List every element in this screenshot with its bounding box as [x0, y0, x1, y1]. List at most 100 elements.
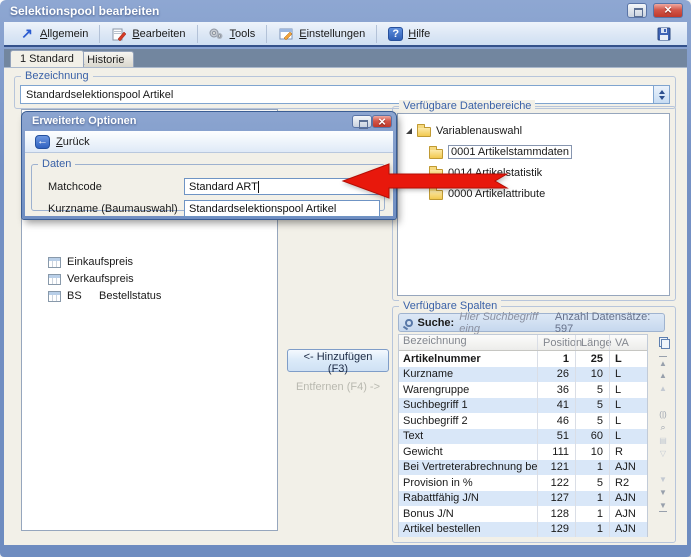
daten-group-label: Daten [38, 158, 75, 170]
tree-item-artikelstammdaten[interactable]: 0001 Artikelstammdaten [429, 145, 572, 159]
table-row[interactable]: Bonus J/N1281AJN [399, 506, 647, 522]
bearbeiten-button[interactable]: Bearbeiten [104, 24, 192, 44]
kurzname-input[interactable] [185, 201, 379, 216]
entfernen-button-disabled: Entfernen (F4) -> [287, 381, 389, 393]
table-row[interactable]: Kurzname2610L [399, 367, 647, 383]
datenbereiche-group-label: Verfügbare Datenbereiche [399, 100, 535, 112]
list-view-icon[interactable]: ▤ [659, 434, 667, 447]
toolbar-separator [99, 25, 100, 43]
header-bezeichnung[interactable]: Bezeichnung [399, 335, 537, 350]
titlebar[interactable]: Selektionspool bearbeiten [0, 0, 691, 22]
cell-va: AJN [609, 506, 645, 522]
dialog-close-icon[interactable] [372, 115, 392, 128]
cell-laenge: 5 [575, 398, 609, 414]
cell-name: Artikel bestellen [399, 523, 537, 535]
table-row[interactable]: Warengruppe365L [399, 382, 647, 398]
cell-va: L [609, 398, 645, 414]
tools-button[interactable]: Tools [202, 24, 263, 44]
tab-standard[interactable]: 1 Standard [10, 50, 84, 67]
table-row[interactable]: Artikel bestellen1291AJN [399, 522, 647, 538]
copy-icon[interactable] [659, 337, 668, 350]
table-row[interactable]: Rabattfähig J/N1271AJN [399, 491, 647, 507]
table-row[interactable]: Suchbegriff 2465L [399, 413, 647, 429]
folder-icon [429, 149, 443, 159]
toolbar-separator [197, 25, 198, 43]
record-count: Anzahl Datensätze: 597 [555, 311, 658, 335]
table-row[interactable]: Suchbegriff 1415L [399, 398, 647, 414]
cell-position: 51 [537, 429, 575, 445]
table-row[interactable]: Provision in %1225R2 [399, 475, 647, 491]
page-up-icon[interactable]: ▲ [659, 369, 667, 382]
spinner-icon[interactable] [653, 86, 669, 103]
bezeichnung-combobox[interactable]: Standardselektionspool Artikel [20, 85, 670, 104]
datenbereiche-tree[interactable]: Variablenauswahl 0001 Artikelstammdaten … [397, 113, 670, 296]
bezeichnung-group: Bezeichnung Standardselektionspool Artik… [14, 76, 676, 109]
folder-icon [417, 127, 431, 137]
window-selektionspool: Selektionspool bearbeiten ↗ Allgemein Be… [0, 0, 691, 557]
expander-icon[interactable] [406, 128, 412, 134]
kurzname-label: Kurzname (Baumauswahl) [48, 203, 184, 215]
table-column-icon [48, 257, 61, 268]
list-item[interactable]: Einkaufspreis [48, 256, 133, 268]
dialog-restore-icon[interactable] [352, 115, 372, 128]
grid-search-icon[interactable]: ⌕ [660, 421, 665, 434]
list-item-label: Bestellstatus [99, 290, 161, 302]
goto-top-icon[interactable]: ▲ [659, 356, 667, 369]
zurueck-button[interactable]: Zurück [56, 136, 90, 148]
close-icon[interactable] [653, 3, 683, 18]
search-placeholder: Hier Suchbegriff eing [459, 311, 550, 335]
table-row[interactable]: Artikelnummer125L [399, 351, 647, 367]
settings-window-icon [278, 26, 294, 42]
cell-laenge: 1 [575, 506, 609, 522]
bearbeiten-label: Bearbeiten [132, 28, 185, 40]
matchcode-label: Matchcode [48, 181, 184, 193]
grid-nav-strip[interactable]: ▲ ▲ ▲ (|) ⌕ ▤ ▽ ▼ ▼ ▼ [654, 334, 672, 538]
search-bar[interactable]: Suche: Hier Suchbegriff eing Anzahl Date… [398, 313, 665, 332]
list-item-label: Einkaufspreis [67, 256, 133, 268]
restore-icon[interactable] [627, 3, 647, 18]
bezeichnung-group-label: Bezeichnung [21, 70, 93, 82]
cell-name: Bei Vertreterabrechnung berücksichtigen [399, 461, 537, 473]
hinzufuegen-button[interactable]: <- Hinzufügen (F3) [287, 349, 389, 372]
cell-position: 26 [537, 367, 575, 383]
columns-table[interactable]: Bezeichnung Position Länge VA Artikelnum… [398, 334, 648, 537]
red-annotation-arrow [341, 162, 509, 200]
back-arrow-icon[interactable] [35, 135, 50, 149]
cell-position: 127 [537, 491, 575, 507]
save-button[interactable] [649, 24, 679, 44]
header-position[interactable]: Position [537, 335, 575, 350]
header-laenge[interactable]: Länge [575, 335, 609, 350]
cell-laenge: 5 [575, 382, 609, 398]
hilfe-button[interactable]: ? Hilfe [381, 25, 437, 43]
list-item[interactable]: Verkaufspreis [48, 273, 134, 285]
table-row[interactable]: Gewicht11110R [399, 444, 647, 460]
spalten-group: Verfügbare Spalten Suche: Hier Suchbegri… [392, 306, 676, 543]
tree-item-variablenauswahl[interactable]: Variablenauswahl [406, 124, 522, 137]
cell-position: 41 [537, 398, 575, 414]
column-width-icon[interactable]: (|) [659, 408, 666, 421]
table-row[interactable]: Text5160L [399, 429, 647, 445]
header-va[interactable]: VA [609, 335, 645, 350]
text-caret [258, 181, 259, 193]
row-up-icon[interactable]: ▲ [659, 382, 667, 395]
dialog-title: Erweiterte Optionen [32, 115, 137, 127]
cell-name: Text [399, 430, 537, 442]
goto-bottom-icon[interactable]: ▼ [659, 499, 667, 512]
row-down-icon[interactable]: ▼ [659, 473, 667, 486]
cell-name: Suchbegriff 2 [399, 415, 537, 427]
cell-laenge: 1 [575, 460, 609, 476]
cell-va: L [609, 429, 645, 445]
page-down-icon[interactable]: ▼ [659, 486, 667, 499]
einstellungen-button[interactable]: Einstellungen [271, 24, 372, 44]
search-icon [405, 319, 413, 327]
cell-laenge: 25 [575, 351, 609, 367]
list-item[interactable]: BS Bestellstatus [48, 290, 161, 302]
filter-icon[interactable]: ▽ [660, 447, 666, 460]
dialog-toolbar: Zurück [25, 131, 393, 153]
table-header-row[interactable]: Bezeichnung Position Länge VA [399, 335, 647, 351]
cell-laenge: 5 [575, 413, 609, 429]
table-row[interactable]: Bei Vertreterabrechnung berücksichtigen 1… [399, 460, 647, 476]
allgemein-button[interactable]: ↗ Allgemein [12, 24, 95, 44]
gears-icon [209, 26, 225, 42]
cell-name: Provision in % [399, 477, 537, 489]
